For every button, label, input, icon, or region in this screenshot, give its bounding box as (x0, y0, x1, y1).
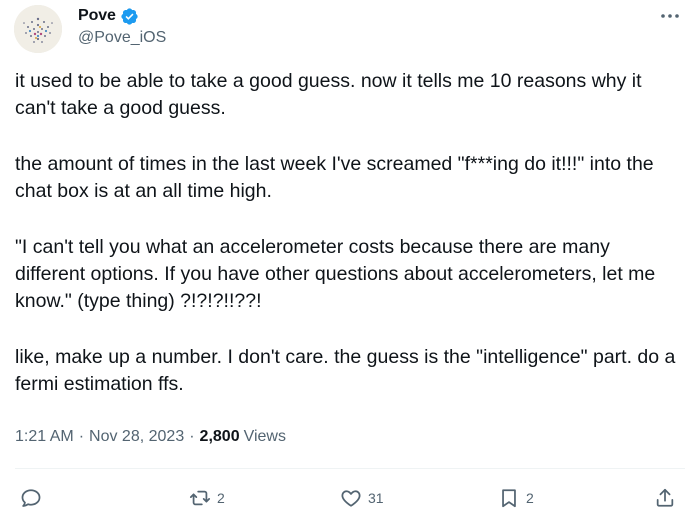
meta-separator: · (78, 428, 85, 445)
bookmark-button[interactable]: 2 (498, 484, 534, 512)
retweet-icon (189, 487, 211, 509)
views-label: Views (243, 428, 286, 445)
verified-badge-icon[interactable] (120, 7, 139, 26)
share-icon (654, 487, 676, 509)
retweet-button[interactable]: 2 (189, 484, 225, 512)
heart-icon (340, 487, 362, 509)
divider (15, 468, 685, 469)
tweet-paragraph: the amount of times in the last week I'v… (15, 153, 654, 202)
reply-button[interactable] (20, 484, 48, 512)
author-handle[interactable]: @Pove_iOS (78, 29, 166, 47)
tweet-meta: 1:21 AM · Nov 28, 2023 · 2,800 Views (15, 428, 286, 446)
action-bar: 2 31 2 (0, 484, 700, 514)
tweet-time[interactable]: 1:21 AM (15, 428, 74, 446)
tweet-text: it used to be able to take a good guess.… (15, 68, 685, 427)
tweet-paragraph: "I can't tell you what an accelerometer … (15, 236, 656, 312)
tweet-paragraph: like, make up a number. I don't care. th… (15, 346, 676, 395)
more-icon[interactable] (658, 6, 682, 26)
share-button[interactable] (654, 484, 676, 512)
like-button[interactable]: 31 (340, 484, 384, 512)
reply-icon (20, 487, 42, 509)
avatar[interactable] (14, 5, 62, 53)
tweet-card: Pove @Pove_iOS it used to be able to tak… (0, 0, 700, 520)
tweet-paragraph: it used to be able to take a good guess.… (15, 70, 642, 119)
author-name-row: Pove (78, 6, 139, 26)
views-count: 2,800 (199, 428, 240, 445)
bookmark-icon (498, 487, 520, 509)
display-name[interactable]: Pove (78, 7, 116, 25)
retweet-count: 2 (217, 490, 225, 506)
bookmark-count: 2 (526, 490, 534, 506)
like-count: 31 (368, 490, 384, 506)
tweet-date[interactable]: Nov 28, 2023 (89, 428, 184, 446)
meta-separator: · (189, 428, 195, 445)
